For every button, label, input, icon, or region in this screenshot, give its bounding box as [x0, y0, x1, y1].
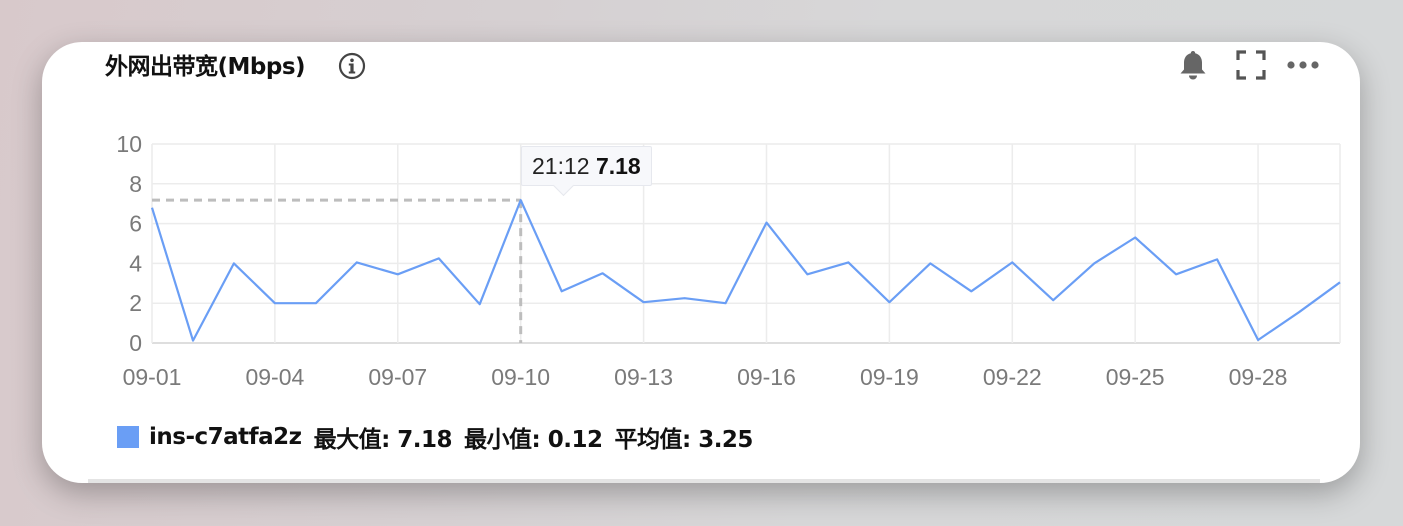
x-tick-label: 09-04 [245, 364, 304, 390]
tooltip-time: 21:12 [532, 153, 590, 179]
series-line [150, 199, 1341, 342]
x-tick-label: 09-13 [614, 364, 673, 390]
x-tick-label: 09-28 [1229, 364, 1288, 390]
x-tick-label: 09-07 [368, 364, 427, 390]
y-tick-label: 4 [129, 250, 142, 276]
tooltip-value: 7.18 [595, 153, 641, 179]
legend-min: 最小值: 0.12 [464, 427, 603, 453]
card-divider [88, 479, 1320, 483]
legend-series-name: ins-c7atfa2z [149, 424, 302, 450]
chart-tooltip: 21:12 7.18 [521, 146, 652, 197]
x-tick-label: 09-16 [737, 364, 796, 390]
x-tick-label: 09-01 [123, 364, 182, 390]
y-tick-label: 0 [129, 330, 142, 356]
chart-legend[interactable]: ins-c7atfa2z 最大值: 7.18 最小值: 0.12 平均值: 3.… [117, 420, 753, 454]
x-tick-label: 09-19 [860, 364, 919, 390]
legend-swatch [117, 426, 139, 448]
x-tick-label: 09-10 [491, 364, 550, 390]
y-tick-label: 10 [116, 131, 142, 157]
bandwidth-widget-card: 外网出带宽(Mbps) 0 2 4 6 8 10 09-01 09-04 09-… [42, 42, 1360, 483]
legend-avg: 平均值: 3.25 [614, 427, 753, 453]
line-chart: 0 2 4 6 8 10 09-01 09-04 09-07 09-10 09-13 09-16 09-… [116, 131, 1341, 390]
x-tick-label: 09-22 [983, 364, 1042, 390]
y-tick-label: 6 [129, 211, 142, 237]
y-tick-label: 8 [129, 171, 142, 197]
y-tick-label: 2 [129, 290, 142, 316]
x-tick-label: 09-25 [1106, 364, 1165, 390]
legend-max: 最大值: 7.18 [313, 427, 453, 453]
